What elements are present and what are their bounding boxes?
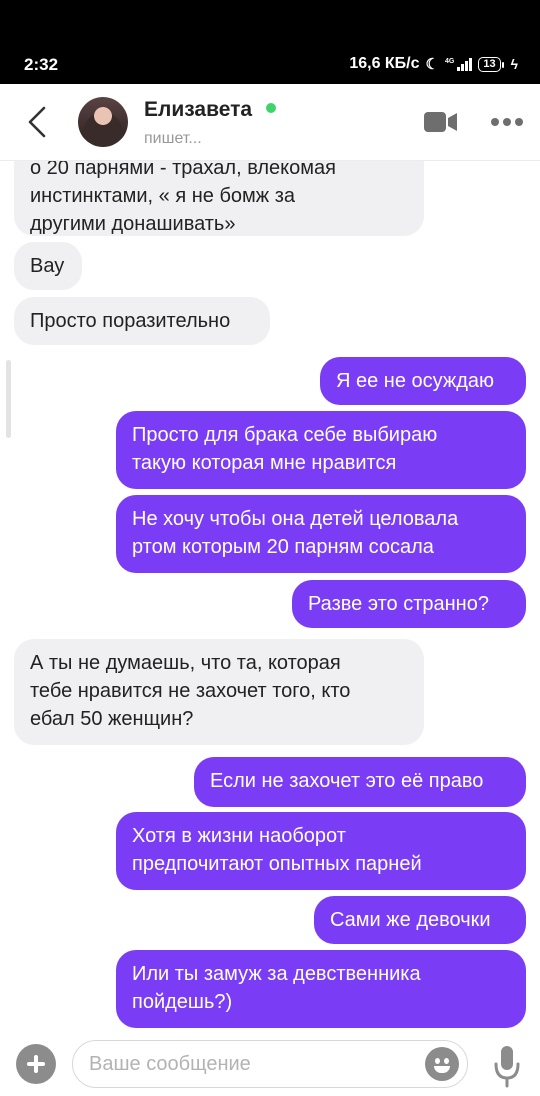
status-time: 2:32 <box>24 55 59 74</box>
avatar[interactable] <box>78 97 128 147</box>
composer-bar: Ваше сообщение <box>0 1036 540 1096</box>
scrollbar[interactable] <box>6 360 11 438</box>
battery-level: 13 <box>483 57 496 70</box>
message-outgoing[interactable]: Я ее не осуждаю <box>320 357 526 405</box>
charging-icon: ϟ <box>510 56 518 72</box>
do-not-disturb-icon: ☾ <box>425 56 439 73</box>
back-arrow-icon[interactable] <box>22 104 52 140</box>
signal-icon: 4G <box>444 57 473 71</box>
message-outgoing[interactable]: Если не захочет это её право <box>194 757 526 807</box>
video-call-icon[interactable] <box>424 112 458 132</box>
message-incoming[interactable]: Просто поразительно <box>14 297 270 345</box>
add-attachment-icon[interactable] <box>16 1044 56 1084</box>
contact-name[interactable]: Елизавета <box>144 98 277 122</box>
message-incoming[interactable]: А ты не думаешь, что та, которая тебе нр… <box>14 639 424 745</box>
network-speed: 16,6 КБ/с <box>349 55 420 72</box>
network-type: 4G <box>444 57 455 65</box>
message-incoming[interactable]: о 20 парнями - трахал, влекомая инстинкт… <box>14 160 424 236</box>
message-list[interactable]: о 20 парнями - трахал, влекомая инстинкт… <box>0 160 540 1036</box>
message-outgoing[interactable]: Сами же девочки <box>314 896 526 944</box>
message-outgoing[interactable]: Разве это странно? <box>292 580 526 628</box>
message-input[interactable]: Ваше сообщение <box>72 1040 468 1088</box>
message-outgoing[interactable]: Хотя в жизни наоборот предпочитают опытн… <box>116 812 526 890</box>
chat-header: Елизавета пишет... <box>0 84 540 161</box>
status-bar: 2:32 16,6 КБ/с ☾ 4G 13 ϟ <box>0 0 540 84</box>
online-indicator <box>266 103 277 113</box>
contact-name-text: Елизавета <box>144 98 253 121</box>
emoji-icon[interactable] <box>425 1047 459 1081</box>
typing-status: пишет... <box>144 130 202 147</box>
message-outgoing[interactable]: Просто для брака себе выбираю такую кото… <box>116 411 526 489</box>
message-incoming[interactable]: Вау <box>14 242 82 290</box>
status-icons: 16,6 КБ/с ☾ 4G 13 ϟ <box>349 55 518 73</box>
more-options-icon[interactable] <box>490 117 524 127</box>
message-input-placeholder: Ваше сообщение <box>89 1053 251 1075</box>
message-outgoing[interactable]: Или ты замуж за девственника пойдешь?) <box>116 950 526 1028</box>
message-outgoing[interactable]: Не хочу чтобы она детей целовала ртом ко… <box>116 495 526 573</box>
microphone-icon[interactable] <box>492 1044 522 1088</box>
battery-icon: 13 <box>478 56 504 72</box>
